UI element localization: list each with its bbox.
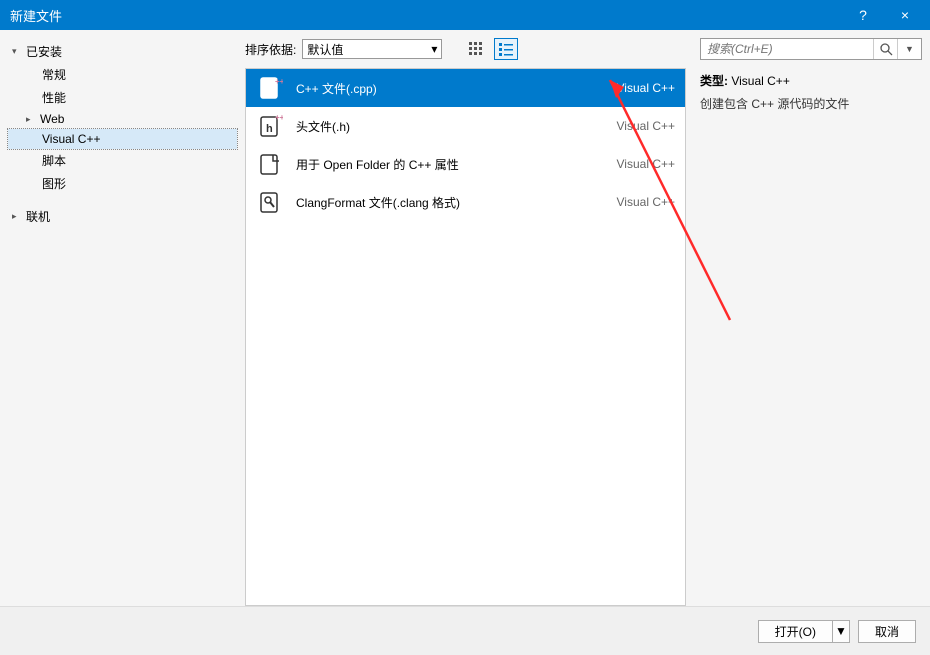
sidebar-label: 已安装	[26, 43, 62, 60]
sort-label: 排序依据:	[245, 41, 296, 58]
template-item-open-folder-props[interactable]: 用于 Open Folder 的 C++ 属性 Visual C++	[246, 145, 685, 183]
svg-text:++: ++	[275, 113, 283, 122]
sidebar-group-online[interactable]: ▸ 联机	[8, 205, 237, 228]
footer: 打开(O) ▼ 取消	[0, 606, 930, 655]
template-name: 头文件(.h)	[296, 118, 605, 135]
expand-icon: ▸	[12, 211, 22, 222]
header-file-icon: h++	[256, 112, 284, 140]
sidebar-group-installed[interactable]: ▾ 已安装	[8, 40, 237, 63]
sidebar-item-visualcpp[interactable]: Visual C++	[8, 129, 237, 149]
open-dropdown-button[interactable]: ▼	[832, 620, 850, 643]
search-input[interactable]	[701, 39, 873, 59]
titlebar: 新建文件 ? ×	[0, 0, 930, 30]
folder-props-icon	[256, 150, 284, 178]
template-category: Visual C++	[617, 195, 675, 209]
template-category: Visual C++	[617, 157, 675, 171]
sidebar-item-web[interactable]: ▸ Web	[8, 109, 237, 129]
template-list: ++ C++ 文件(.cpp) Visual C++ h++ 头文件(.h) V…	[245, 68, 686, 606]
sidebar: ▾ 已安装 常规 性能 ▸ Web Visual C++ 脚本 图形 ▸ 联机	[0, 30, 245, 606]
template-item-clangformat[interactable]: ClangFormat 文件(.clang 格式) Visual C++	[246, 183, 685, 221]
sidebar-item-script[interactable]: 脚本	[8, 149, 237, 172]
expand-icon: ▸	[26, 114, 36, 125]
template-item-header-file[interactable]: h++ 头文件(.h) Visual C++	[246, 107, 685, 145]
detail-description: 创建包含 C++ 源代码的文件	[700, 95, 922, 112]
svg-text:++: ++	[275, 77, 283, 86]
sidebar-item-performance[interactable]: 性能	[8, 86, 237, 109]
detail-type: 类型: Visual C++	[700, 72, 922, 89]
template-item-cpp-file[interactable]: ++ C++ 文件(.cpp) Visual C++	[246, 69, 685, 107]
template-name: C++ 文件(.cpp)	[296, 80, 605, 97]
template-category: Visual C++	[617, 119, 675, 133]
chevron-down-icon: ▾	[431, 42, 437, 56]
close-button[interactable]: ×	[890, 0, 920, 30]
sidebar-item-graphics[interactable]: 图形	[8, 172, 237, 195]
search-box: ▼	[700, 38, 922, 60]
sidebar-item-general[interactable]: 常规	[8, 63, 237, 86]
details-panel: ▼ 类型: Visual C++ 创建包含 C++ 源代码的文件	[692, 30, 930, 606]
svg-text:h: h	[266, 123, 273, 135]
open-button[interactable]: 打开(O)	[758, 620, 832, 643]
wrench-file-icon	[256, 188, 284, 216]
main-panel: 排序依据: 默认值 ▾ ++ C++ 文件(.cpp) Visual C++	[245, 30, 692, 606]
search-button[interactable]	[873, 39, 897, 59]
collapse-icon: ▾	[12, 46, 22, 57]
window-title: 新建文件	[10, 6, 62, 25]
sort-dropdown[interactable]: 默认值 ▾	[302, 39, 442, 59]
toolbar: 排序依据: 默认值 ▾	[245, 30, 692, 68]
help-button[interactable]: ?	[848, 0, 878, 30]
template-name: ClangFormat 文件(.clang 格式)	[296, 194, 605, 211]
sidebar-label: 联机	[26, 208, 50, 225]
view-list-button[interactable]	[494, 38, 518, 60]
search-dropdown-button[interactable]: ▼	[897, 39, 921, 59]
template-category: Visual C++	[617, 81, 675, 95]
cpp-file-icon: ++	[256, 74, 284, 102]
template-name: 用于 Open Folder 的 C++ 属性	[296, 156, 605, 173]
view-grid-button[interactable]	[464, 38, 488, 60]
cancel-button[interactable]: 取消	[858, 620, 916, 643]
